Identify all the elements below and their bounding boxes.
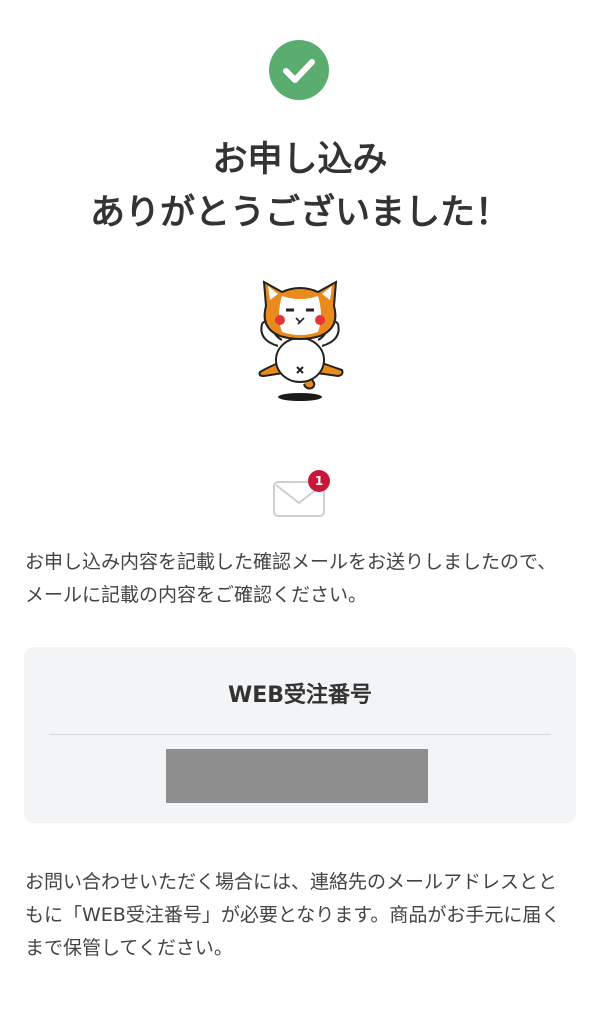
check-circle-icon (269, 40, 329, 100)
divider (49, 734, 551, 735)
title-line-2: ありがとうございました！ (89, 193, 510, 233)
completion-page: お申し込み ありがとうございました！ 1 お申し込み内容を記載した確認メールをお… (0, 0, 600, 1010)
order-number-panel: WEB受注番号 (24, 647, 576, 823)
cat-mascot-icon (248, 276, 352, 406)
notification-badge: 1 (308, 470, 330, 492)
page-title: お申し込み ありがとうございました！ (0, 136, 600, 237)
confirmation-message: お申し込み内容を記載した確認メールをお送りしましたので、メールに記載の内容をご確… (25, 551, 557, 606)
order-number-value (166, 749, 428, 803)
mail-notification: 1 (272, 470, 332, 520)
inquiry-note: お問い合わせいただく場合には、連絡先のメールアドレスとともに「WEB受注番号」が… (25, 871, 561, 959)
order-number-label: WEB受注番号 (227, 683, 373, 708)
title-line-1: お申し込み (212, 140, 388, 180)
